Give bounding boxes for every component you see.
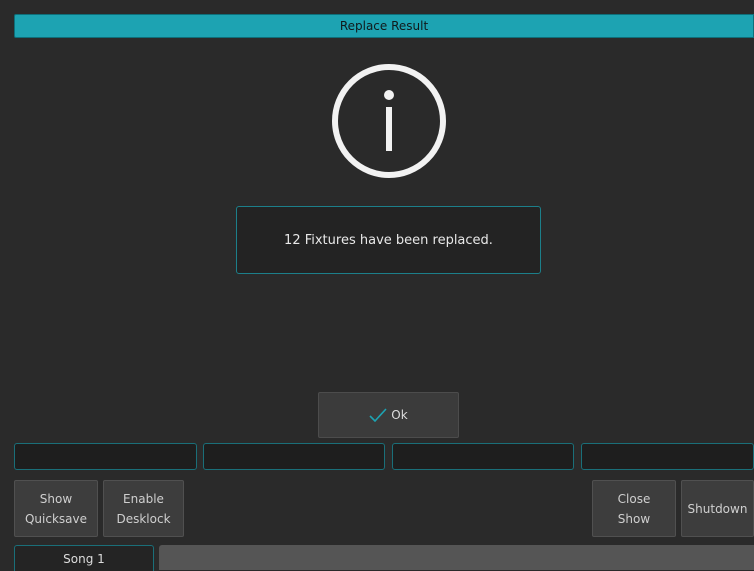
dialog-title-bar: Replace Result [14,14,754,38]
close-show-button[interactable]: Close Show [592,480,676,537]
status-field-2 [203,443,385,470]
check-icon [369,408,387,422]
ok-label: Ok [391,408,408,422]
enable-desklock-button[interactable]: Enable Desklock [103,480,184,537]
status-field-4 [581,443,754,470]
message-text: 12 Fixtures have been replaced. [284,232,493,248]
message-box: 12 Fixtures have been replaced. [236,206,541,274]
shutdown-label: Shutdown [687,501,748,516]
dialog-title: Replace Result [339,19,429,33]
show-quicksave-label: Show Quicksave [24,491,88,526]
ok-button[interactable]: Ok [318,392,459,438]
enable-desklock-label: Enable Desklock [116,491,171,526]
shutdown-button[interactable]: Shutdown [681,480,754,537]
tab-song-1[interactable]: Song 1 [14,545,154,571]
close-show-label: Close Show [617,491,651,526]
status-field-3 [392,443,574,470]
tab-song-1-label: Song 1 [63,551,105,566]
show-quicksave-button[interactable]: Show Quicksave [14,480,98,537]
info-icon [332,64,446,178]
status-field-1 [14,443,197,470]
tab-strip [159,545,754,570]
